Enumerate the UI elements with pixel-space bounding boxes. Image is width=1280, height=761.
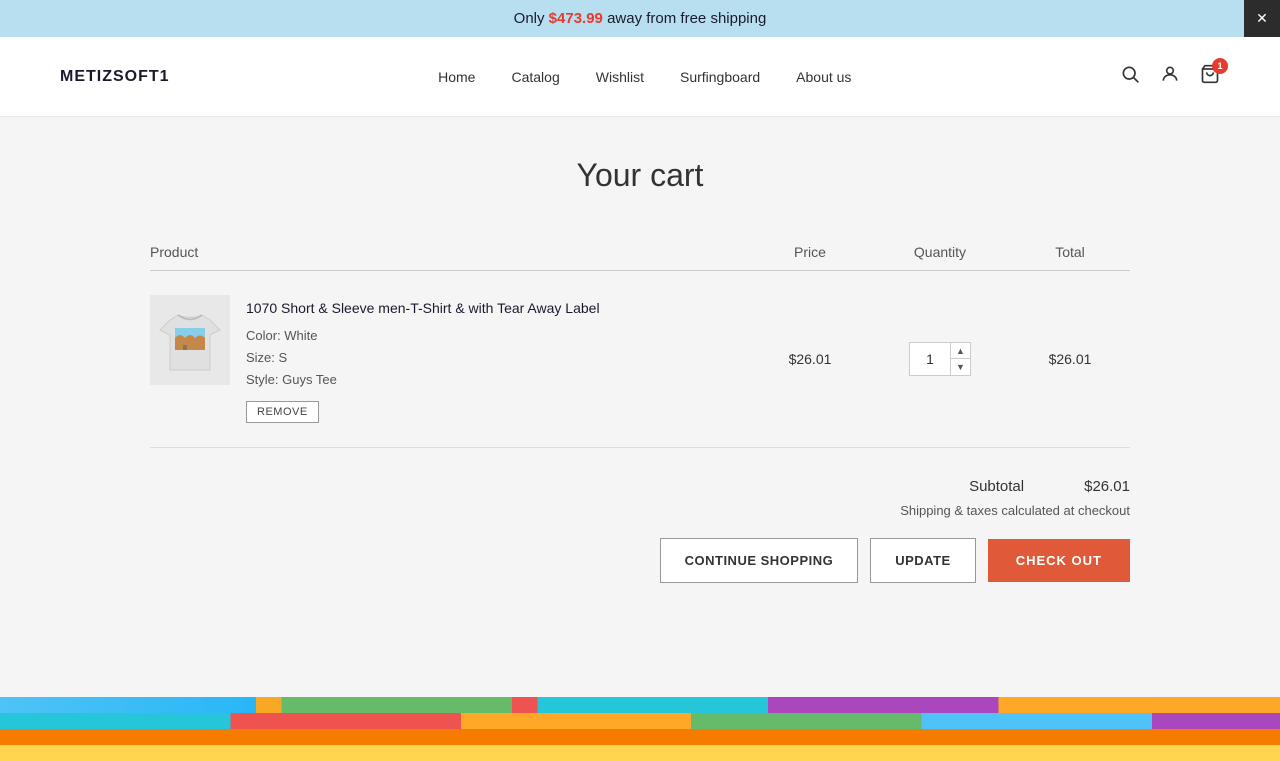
product-details: 1070 Short & Sleeve men-T-Shirt & with T… — [246, 295, 600, 423]
page-title: Your cart — [150, 157, 1130, 194]
shipping-note: Shipping & taxes calculated at checkout — [900, 503, 1130, 518]
continue-shopping-button[interactable]: CONTINUE SHOPPING — [660, 538, 859, 583]
product-name: 1070 Short & Sleeve men-T-Shirt & with T… — [246, 299, 600, 319]
subtotal-row: Subtotal $26.01 — [969, 478, 1130, 495]
col-total: Total — [1010, 244, 1130, 260]
site-logo: METIZSOFT1 — [60, 68, 170, 86]
nav-surfingboard[interactable]: Surfingboard — [680, 69, 760, 85]
update-button[interactable]: UPDATE — [870, 538, 975, 583]
search-icon[interactable] — [1120, 64, 1140, 89]
product-size: Size: S — [246, 347, 600, 369]
product-total: $26.01 — [1010, 351, 1130, 367]
banner-text-suffix: away from free shipping — [603, 10, 766, 27]
cart-badge: 1 — [1212, 58, 1228, 74]
decorative-stripe-3 — [0, 729, 1280, 745]
product-color: Color: White — [246, 325, 600, 347]
table-row: 1070 Short & Sleeve men-T-Shirt & with T… — [150, 271, 1130, 448]
decorative-stripe-4 — [0, 745, 1280, 761]
table-header: Product Price Quantity Total — [150, 234, 1130, 271]
remove-button[interactable]: REMOVE — [246, 401, 319, 423]
cart-actions: CONTINUE SHOPPING UPDATE CHECK OUT — [660, 538, 1130, 583]
main-content: Your cart Product Price Quantity Total — [90, 117, 1190, 697]
product-style: Style: Guys Tee — [246, 369, 600, 391]
cart-table: Product Price Quantity Total — [150, 234, 1130, 448]
col-price: Price — [750, 244, 870, 260]
quantity-arrows: ▲ ▼ — [950, 343, 970, 375]
subtotal-value: $26.01 — [1084, 478, 1130, 495]
nav-catalog[interactable]: Catalog — [511, 69, 559, 85]
decorative-stripe-2 — [0, 713, 1280, 729]
cart-footer: Subtotal $26.01 Shipping & taxes calcula… — [150, 478, 1130, 583]
product-cell: 1070 Short & Sleeve men-T-Shirt & with T… — [150, 295, 750, 423]
checkout-button[interactable]: CHECK OUT — [988, 539, 1130, 582]
site-header: METIZSOFT1 Home Catalog Wishlist Surfing… — [0, 37, 1280, 117]
banner-text-prefix: Only — [514, 10, 549, 27]
nav-about-us[interactable]: About us — [796, 69, 851, 85]
quantity-up[interactable]: ▲ — [951, 343, 970, 359]
top-banner: Only $473.99 away from free shipping ✕ — [0, 0, 1280, 37]
product-image — [150, 295, 230, 385]
quantity-down[interactable]: ▼ — [951, 358, 970, 375]
close-banner-button[interactable]: ✕ — [1244, 0, 1280, 37]
subtotal-label: Subtotal — [969, 478, 1024, 495]
quantity-value: 1 — [910, 343, 950, 375]
decorative-stripe-1 — [0, 697, 1280, 713]
product-price: $26.01 — [750, 351, 870, 367]
account-icon[interactable] — [1160, 64, 1180, 89]
header-icons: 1 — [1120, 64, 1220, 89]
main-nav: Home Catalog Wishlist Surfingboard About… — [170, 69, 1120, 85]
bottom-stripes — [0, 697, 1280, 761]
cart-icon[interactable]: 1 — [1200, 64, 1220, 89]
nav-home[interactable]: Home — [438, 69, 475, 85]
quantity-spinner[interactable]: 1 ▲ ▼ — [909, 342, 971, 376]
col-quantity: Quantity — [870, 244, 1010, 260]
quantity-cell: 1 ▲ ▼ — [870, 342, 1010, 376]
col-product: Product — [150, 244, 750, 260]
nav-wishlist[interactable]: Wishlist — [596, 69, 644, 85]
banner-amount: $473.99 — [549, 10, 603, 27]
